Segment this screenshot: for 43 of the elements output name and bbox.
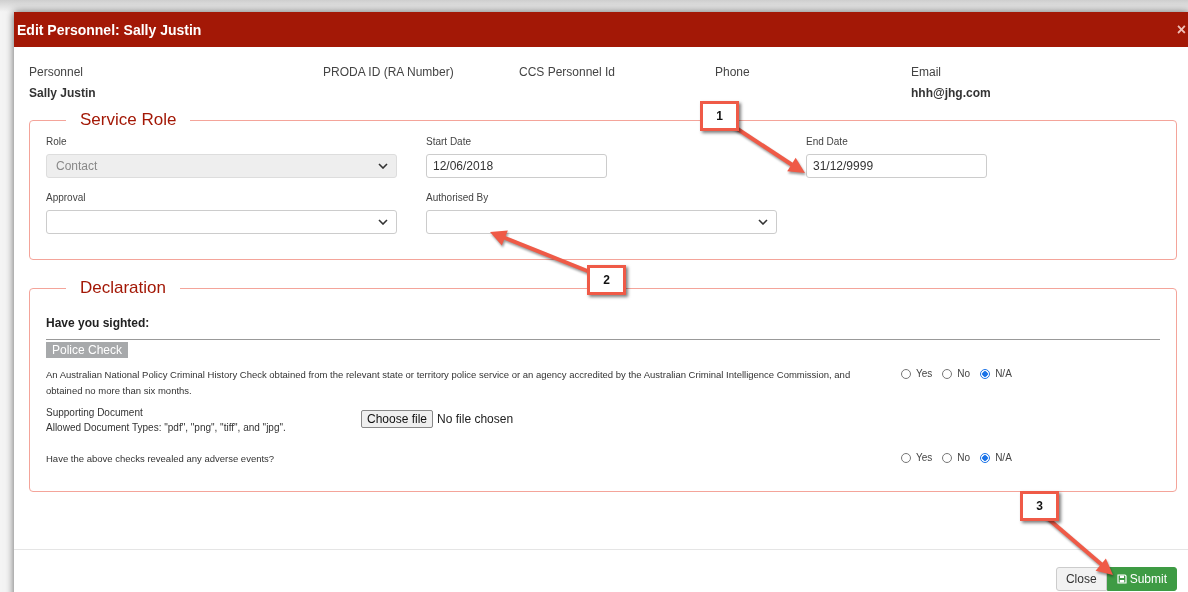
file-status: No file chosen [437, 412, 514, 426]
window-title: Edit Personnel: Sally Justin [17, 21, 202, 38]
caret-icon [378, 219, 388, 225]
section-tag: Police Check [46, 342, 129, 358]
select-field[interactable] [46, 210, 397, 234]
callout-number: 2 [587, 265, 626, 295]
callout-number: 3 [1020, 491, 1059, 521]
date-field[interactable]: 31/12/9999 [806, 154, 987, 178]
submit-button[interactable]: Submit [1106, 567, 1177, 591]
hint-text: Allowed Document Types: "pdf", "png", "tiff", and "jpg". [46, 422, 287, 433]
info-label: PRODA ID (RA Number) [323, 65, 455, 79]
radio-option[interactable]: No [942, 452, 971, 463]
radio-option[interactable]: Yes [901, 452, 933, 463]
select-field[interactable] [426, 210, 777, 234]
choose-file-button[interactable]: Choose file [361, 410, 434, 428]
close-button[interactable]: × [1176, 20, 1188, 39]
question-heading: Have you sighted: [46, 316, 151, 330]
question-text: Have the above checks revealed any adverse events? [46, 452, 276, 466]
section-title: Declaration [79, 278, 167, 298]
question-text: An Australian National Policy Criminal History Check obtained from the relevant state or territory police service or an agency accredited by the Australian Criminal Intelligence Commission, and obtained no more than six months. [46, 368, 852, 398]
radio-option[interactable]: N/A [980, 368, 1012, 379]
radio-option[interactable]: No [942, 368, 971, 379]
close-button[interactable]: Close [1055, 567, 1107, 591]
radio-option[interactable]: Yes [901, 368, 933, 379]
info-label: CCS Personnel Id [519, 65, 617, 79]
caret-icon [758, 219, 768, 225]
field-label: End Date [806, 136, 848, 147]
field-label: Role [46, 136, 67, 147]
field-label: Approval [46, 192, 86, 203]
info-label: Personnel [29, 65, 85, 79]
field-label: Authorised By [426, 192, 489, 203]
radio-option[interactable]: N/A [980, 452, 1012, 463]
info-value: hhh@jhg.com [911, 86, 992, 100]
callout-number: 1 [700, 101, 739, 131]
field-label: Start Date [426, 136, 472, 147]
caret-icon [378, 163, 388, 169]
info-value: Sally Justin [29, 86, 97, 100]
field-label: Supporting Document [46, 407, 144, 418]
info-label: Phone [715, 65, 751, 79]
info-label: Email [911, 65, 942, 79]
date-field[interactable]: 12/06/2018 [426, 154, 607, 178]
save-icon [1116, 574, 1127, 584]
section-title: Service Role [79, 110, 178, 130]
